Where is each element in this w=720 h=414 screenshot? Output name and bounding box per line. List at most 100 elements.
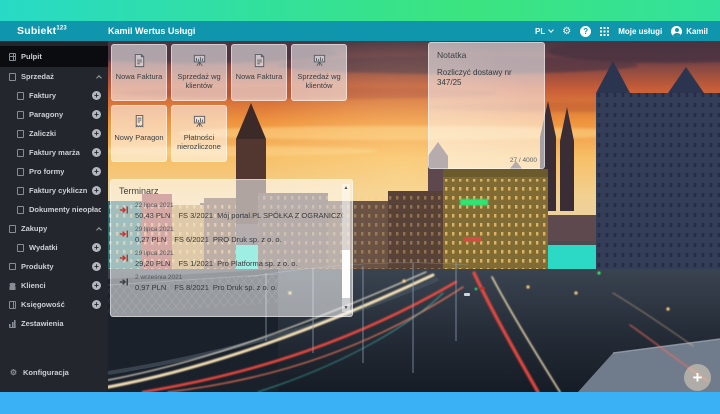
terminarz-entry[interactable]: 29 lipca 2021 29,20 PLNFS 1/2021Pro Plat… (119, 250, 338, 268)
document-icon (17, 244, 24, 252)
sidebar-item-label: Księgowość (21, 300, 65, 309)
plus-icon[interactable]: + (92, 91, 101, 100)
sidebar-item-klienci[interactable]: Klienci + (0, 276, 108, 295)
entry-main: 0,97 PLNFS 8/2021Pro Druk sp. z o. o. (135, 283, 343, 292)
app-logo[interactable]: Subiekt123 (0, 25, 108, 37)
sidebar-item-sprzedaz[interactable]: Sprzedaż (0, 67, 108, 86)
plus-icon[interactable]: + (92, 110, 101, 119)
tile-label: Nowy Paragon (112, 133, 165, 142)
tile-nowa-faktura-2[interactable]: Nowa Faktura (231, 44, 287, 101)
sidebar-item-zakupy[interactable]: Zakupy (0, 219, 108, 238)
sidebar-item-faktury[interactable]: Faktury + (0, 86, 108, 105)
tile-sprzedaz-wg-klientow-2[interactable]: Sprzedaż wg klientów (291, 44, 347, 101)
sidebar-item-label: Konfiguracja (23, 368, 69, 377)
sidebar-item-produkty[interactable]: Produkty + (0, 257, 108, 276)
entry-amount: 29,20 PLN (135, 259, 170, 268)
terminarz-entry[interactable]: 29 lipca 2021 0,27 PLNFS 6/2021PRO Druk … (119, 226, 338, 244)
terminarz-entry[interactable]: 2 września 2021 0,97 PLNFS 8/2021Pro Dru… (119, 274, 338, 292)
note-text[interactable]: Rozliczyć dostawy nr 347/25 (437, 68, 536, 89)
receipt-icon (132, 114, 147, 129)
tile-sprzedaz-wg-klientow[interactable]: Sprzedaż wg klientów (171, 44, 227, 101)
sales-board-icon (192, 53, 207, 68)
sidebar-item-label: Faktury (29, 91, 56, 100)
plus-icon[interactable]: + (92, 148, 101, 157)
language-label: PL (535, 27, 545, 36)
sidebar-item-label: Dokumenty nieopłacone (29, 205, 101, 214)
tile-nowy-paragon[interactable]: Nowy Paragon (111, 105, 167, 162)
sales-icon (9, 73, 16, 81)
entry-doc-number: FS 6/2021 (174, 235, 209, 244)
user-menu[interactable]: Kamil (671, 26, 708, 37)
plus-icon[interactable]: + (92, 300, 101, 309)
chevron-up-icon (96, 75, 102, 81)
entry-doc-number: FS 8/2021 (174, 283, 209, 292)
purchases-icon (9, 225, 16, 233)
terminarz-scrollbar[interactable]: ▲ ▼ (342, 184, 350, 312)
products-icon (9, 263, 16, 270)
plus-icon[interactable]: + (92, 167, 101, 176)
sidebar-item-konfiguracja[interactable]: ⚙ Konfiguracja (0, 363, 108, 382)
sidebar-item-zaliczki[interactable]: Zaliczki + (0, 124, 108, 143)
scroll-up-icon[interactable]: ▲ (344, 184, 349, 192)
character-counter: 27 / 4000 (510, 157, 537, 164)
tile-label: Sprzedaż wg klientów (172, 72, 226, 90)
sidebar-item-label: Zaliczki (29, 129, 56, 138)
bottom-strip (0, 392, 720, 414)
dashboard-icon (9, 53, 16, 61)
clients-icon (9, 282, 16, 290)
sidebar-item-paragony[interactable]: Paragony + (0, 105, 108, 124)
sidebar-item-pro-formy[interactable]: Pro formy + (0, 162, 108, 181)
sidebar-item-faktury-cykliczne[interactable]: Faktury cykliczne + (0, 181, 108, 200)
sidebar-item-pulpit[interactable]: Pulpit (0, 46, 108, 67)
sidebar-item-label: Wydatki (29, 243, 58, 252)
payment-arrow-icon (119, 229, 129, 239)
payment-arrow-icon (119, 277, 129, 287)
settings-gear-icon[interactable]: ⚙ (562, 26, 571, 37)
app-logo-sup: 123 (56, 26, 67, 32)
plus-icon[interactable]: + (92, 281, 101, 290)
sidebar-item-label: Pulpit (21, 52, 42, 61)
entry-description: Pro Platforma sp. z o. o. (217, 259, 297, 268)
sidebar-item-label: Faktury marża (29, 148, 80, 157)
document-icon (252, 53, 267, 68)
apps-grid-icon[interactable] (600, 27, 609, 36)
scroll-down-icon[interactable]: ▼ (344, 304, 349, 312)
document-icon (17, 111, 24, 119)
plus-icon[interactable]: + (92, 129, 101, 138)
help-icon[interactable]: ? (580, 26, 591, 37)
terminarz-entry[interactable]: 22 lipca 2021 50,43 PLNFS 3/2021Mój port… (119, 202, 338, 220)
entry-description: Mój portal.PL SPÓŁKA Z OGRANICZONĄ ODP..… (217, 211, 343, 220)
sidebar-nav: Pulpit Sprzedaż Faktury + Paragony + Zal… (0, 41, 108, 392)
plus-icon[interactable]: + (92, 262, 101, 271)
sidebar-item-ksiegowosc[interactable]: Księgowość + (0, 295, 108, 314)
language-selector[interactable]: PL (535, 27, 553, 36)
my-services-link[interactable]: Moje usługi (618, 27, 662, 36)
tile-label: Nowa Faktura (114, 72, 165, 81)
entry-main: 29,20 PLNFS 1/2021Pro Platforma sp. z o.… (135, 259, 343, 268)
add-fab-button[interactable]: + (684, 364, 711, 391)
document-icon (17, 187, 24, 195)
sidebar-item-faktury-marza[interactable]: Faktury marża + (0, 143, 108, 162)
tile-platnosci-nierozliczone[interactable]: Płatności nierozliczone (171, 105, 227, 162)
payment-arrow-icon (119, 253, 129, 263)
sidebar-item-label: Sprzedaż (21, 72, 54, 81)
document-icon (17, 92, 24, 100)
entry-date: 29 lipca 2021 (135, 226, 343, 233)
scrollbar-thumb[interactable] (342, 250, 350, 298)
entry-main: 0,27 PLNFS 6/2021PRO Druk sp. z o. o. (135, 235, 343, 244)
notatka-panel[interactable]: Notatka Rozliczyć dostawy nr 347/25 27 /… (428, 42, 545, 169)
sidebar-item-wydatki[interactable]: Wydatki + (0, 238, 108, 257)
sidebar-item-dokumenty-nieoplacone[interactable]: Dokumenty nieopłacone (0, 200, 108, 219)
document-icon (17, 206, 24, 214)
sidebar-item-zestawienia[interactable]: Zestawienia (0, 314, 108, 333)
tile-nowa-faktura[interactable]: Nowa Faktura (111, 44, 167, 101)
plus-icon[interactable]: + (92, 243, 101, 252)
sales-board-icon (192, 114, 207, 129)
reports-icon (9, 320, 16, 328)
company-name: Kamil Wertus Usługi (108, 26, 195, 36)
sidebar-item-label: Produkty (21, 262, 54, 271)
entry-body: 29 lipca 2021 29,20 PLNFS 1/2021Pro Plat… (135, 250, 343, 268)
plus-icon[interactable]: + (92, 186, 101, 195)
entry-description: Pro Druk sp. z o. o. (213, 283, 277, 292)
gear-icon: ⚙ (9, 368, 18, 377)
